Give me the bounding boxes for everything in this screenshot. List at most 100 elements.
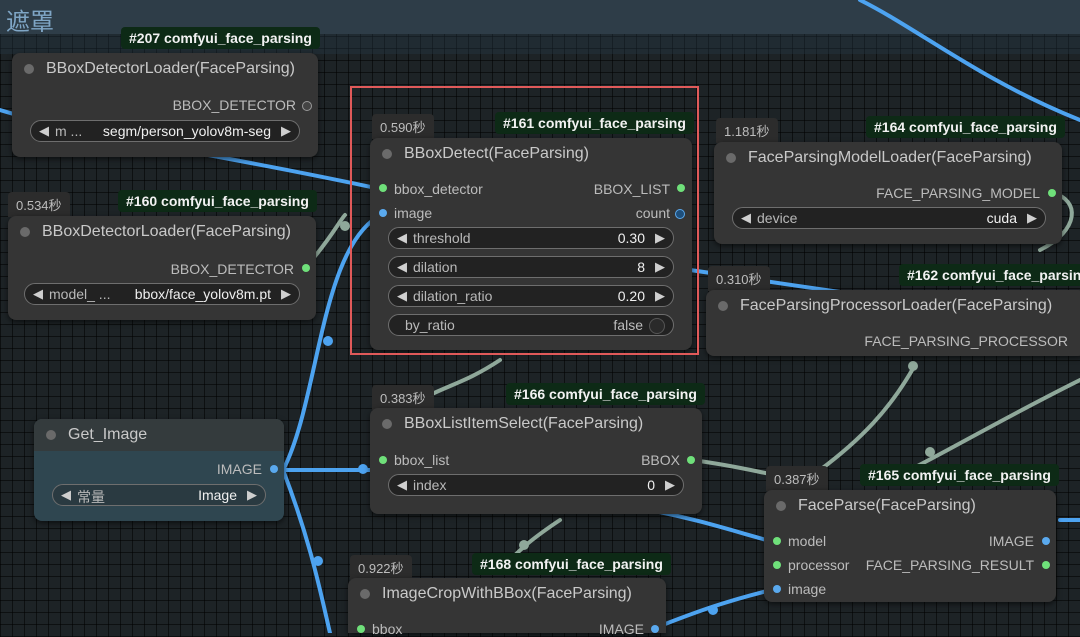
wire-gray-parse [818,363,917,472]
reroute-point [323,336,333,346]
output-label: IMAGE [598,621,644,637]
device-select[interactable]: ◀ device cuda ▶ [732,207,1046,229]
collapse-dot-icon[interactable] [20,227,30,237]
reroute-point [708,605,718,615]
reroute-point [358,464,368,474]
output-port-icon[interactable] [651,625,659,633]
output-port-icon[interactable] [270,465,278,473]
reroute-point [908,361,918,371]
widget-name: device [757,210,798,226]
output-label: FACE_PARSING_MODEL [876,185,1040,201]
output-label: IMAGE [216,461,262,477]
node-160[interactable]: BBoxDetectorLoader(FaceParsing) BBOX_DET… [8,216,316,320]
node-get-image-title[interactable]: Get_Image [34,419,284,451]
input-port-icon[interactable] [773,561,781,569]
node-160-badge: #160 comfyui_face_parsing [118,190,317,212]
arrow-right-icon[interactable]: ▶ [281,286,291,302]
node-168[interactable]: ImageCropWithBBox(FaceParsing) bbox IMAG… [348,578,666,637]
arrow-left-icon[interactable]: ◀ [39,123,49,139]
node-160-title[interactable]: BBoxDetectorLoader(FaceParsing) [8,216,316,248]
node-title-label: ImageCropWithBBox(FaceParsing) [382,585,632,602]
wire-bottom-blue [648,508,772,543]
model-select[interactable]: ◀ model_ ... bbox/face_yolov8m.pt ▶ [24,283,300,305]
index-stepper[interactable]: ◀ index 0 ▶ [388,474,684,496]
node-164-title[interactable]: FaceParsingModelLoader(FaceParsing) [714,142,1062,174]
node-166-badge: #166 comfyui_face_parsing [506,383,705,405]
arrow-left-icon[interactable]: ◀ [33,286,43,302]
node-166-timing: 0.383秒 [372,385,434,410]
node-166[interactable]: BBoxListItemSelect(FaceParsing) bbox_lis… [370,408,702,514]
input-label: image [788,581,827,597]
input-port-icon[interactable] [379,456,387,464]
reroute-point [313,556,323,566]
input-label: bbox [372,621,403,637]
node-207[interactable]: BBoxDetectorLoader(FaceParsing) BBOX_DET… [12,53,318,157]
widget-value: bbox/face_yolov8m.pt [134,286,271,302]
node-165-badge: #165 comfyui_face_parsing [860,464,1059,486]
reroute-point [925,447,935,457]
node-title-label: FaceParsingProcessorLoader(FaceParsing) [740,297,1053,314]
constant-select[interactable]: ◀ 常量 Image ▶ [52,484,266,506]
node-168-timing: 0.922秒 [350,555,412,580]
wire-top-right-blue [858,0,1080,122]
output-label: FACE_PARSING_PROCESSOR [864,333,1068,349]
output-port-icon[interactable] [302,264,310,272]
node-168-badge: #168 comfyui_face_parsing [472,553,671,575]
collapse-dot-icon[interactable] [382,419,392,429]
output-port-icon[interactable] [1048,189,1056,197]
output-label: IMAGE [988,533,1034,549]
input-label: bbox_list [394,452,450,468]
output-port-icon[interactable] [302,101,312,111]
output-label: FACE_PARSING_RESULT [865,557,1034,573]
node-title-label: FaceParsingModelLoader(FaceParsing) [748,149,1032,166]
collapse-dot-icon[interactable] [776,501,786,511]
collapse-dot-icon[interactable] [24,64,34,74]
node-title-label: BBoxDetectorLoader(FaceParsing) [42,223,292,240]
collapse-dot-icon[interactable] [726,153,736,163]
node-166-title[interactable]: BBoxListItemSelect(FaceParsing) [370,408,702,440]
output-label: BBOX_DETECTOR [170,261,294,277]
node-title-label: BBoxListItemSelect(FaceParsing) [404,415,644,432]
arrow-left-icon[interactable]: ◀ [741,210,751,226]
collapse-dot-icon[interactable] [718,301,728,311]
output-port-icon[interactable] [1042,537,1050,545]
widget-name: m ... [55,123,83,139]
arrow-left-icon[interactable]: ◀ [397,477,407,493]
widget-value: segm/person_yolov8m-seg [102,123,271,139]
node-get-image[interactable]: Get_Image IMAGE ◀ 常量 Image ▶ [34,419,284,521]
node-162[interactable]: FaceParsingProcessorLoader(FaceParsing) … [706,290,1080,356]
node-164-badge: #164 comfyui_face_parsing [866,116,1065,138]
arrow-right-icon[interactable]: ▶ [665,477,675,493]
arrow-right-icon[interactable]: ▶ [247,487,257,503]
node-165-timing: 0.387秒 [766,466,828,491]
model-select[interactable]: ◀ m ... segm/person_yolov8m-seg ▶ [30,120,300,142]
node-162-title[interactable]: FaceParsingProcessorLoader(FaceParsing) [706,290,1080,322]
widget-value: Image [198,487,237,503]
widget-value: cuda [986,210,1017,226]
arrow-left-icon[interactable]: ◀ [61,487,71,503]
node-160-timing: 0.534秒 [8,192,70,217]
arrow-right-icon[interactable]: ▶ [1027,210,1037,226]
output-port-icon[interactable] [687,456,695,464]
input-port-icon[interactable] [773,537,781,545]
node-162-timing: 0.310秒 [708,266,770,291]
output-label: BBOX [641,452,680,468]
node-207-title[interactable]: BBoxDetectorLoader(FaceParsing) [12,53,318,85]
output-port-icon[interactable] [1042,561,1050,569]
collapse-dot-icon[interactable] [360,589,370,599]
reroute-point [519,540,529,550]
input-port-icon[interactable] [773,585,781,593]
node-165-title[interactable]: FaceParse(FaceParsing) [764,490,1056,522]
node-168-title[interactable]: ImageCropWithBBox(FaceParsing) [348,578,666,610]
arrow-right-icon[interactable]: ▶ [281,123,291,139]
wire-gray-bbox [690,458,777,477]
collapse-dot-icon[interactable] [46,430,56,440]
wire-image-down [281,468,332,633]
input-label: processor [788,557,850,573]
input-port-icon[interactable] [357,625,365,633]
node-title-label: Get_Image [68,426,148,443]
widget-name: model_ ... [49,286,111,302]
node-165[interactable]: FaceParse(FaceParsing) model processor i… [764,490,1056,602]
node-title-label: FaceParse(FaceParsing) [798,497,976,514]
node-164[interactable]: FaceParsingModelLoader(FaceParsing) FACE… [714,142,1062,244]
